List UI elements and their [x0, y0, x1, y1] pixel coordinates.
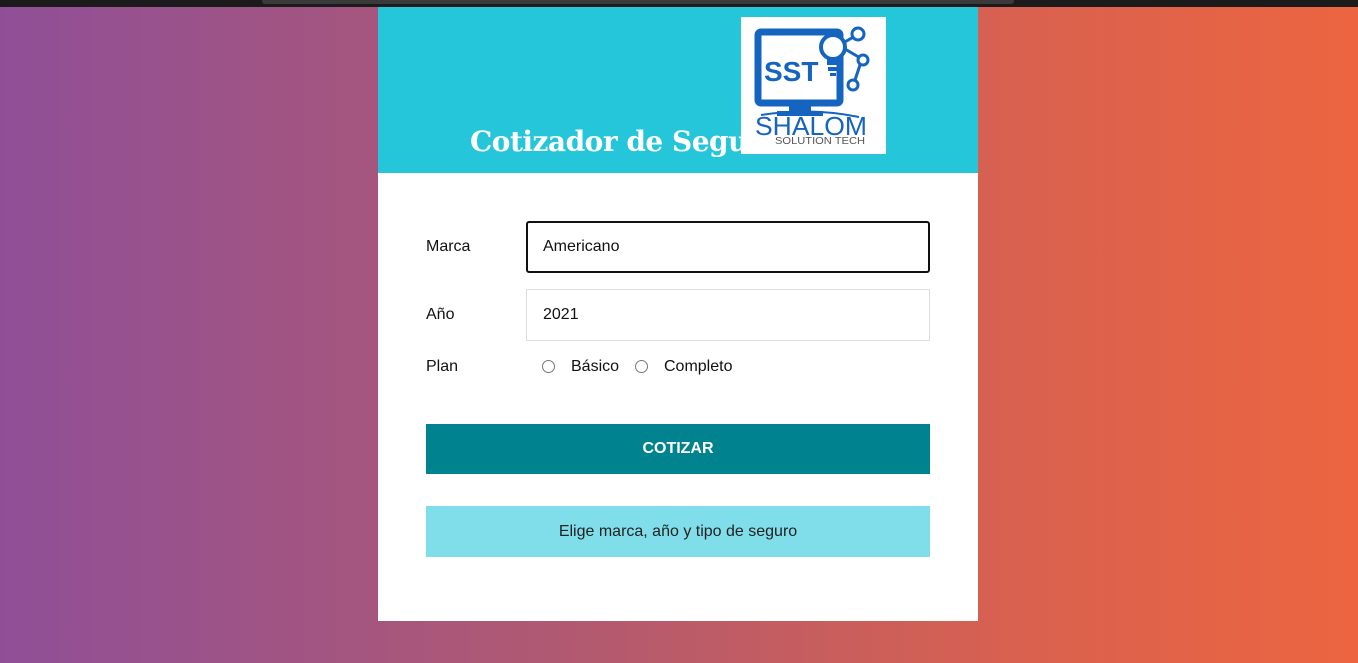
year-select[interactable]: 2021	[526, 289, 930, 341]
browser-top-bar	[0, 0, 1358, 7]
quote-card: Cotizador de Seguros SST SHALOM SOLUTION…	[378, 7, 978, 621]
plan-basic-radio[interactable]	[542, 360, 555, 373]
year-row: Año 2021	[426, 289, 930, 341]
quote-button[interactable]: COTIZAR	[426, 424, 930, 474]
info-message: Elige marca, año y tipo de seguro	[426, 506, 930, 557]
logo-text: SST	[764, 56, 818, 87]
plan-row: Plan Básico Completo	[426, 357, 930, 377]
card-header: Cotizador de Seguros SST SHALOM SOLUTION…	[378, 7, 978, 173]
plan-complete-radio[interactable]	[635, 360, 648, 373]
plan-label: Plan	[426, 358, 459, 375]
browser-tab-strip	[262, 0, 1014, 4]
logo-tagline: SOLUTION TECH	[775, 136, 865, 147]
plan-basic-label[interactable]: Básico	[571, 358, 619, 376]
shalom-logo-icon: SST SHALOM SOLUTION TECH	[754, 26, 870, 147]
shalom-logo: SST SHALOM SOLUTION TECH	[741, 17, 886, 154]
brand-select[interactable]: Americano	[526, 221, 930, 273]
plan-complete-label[interactable]: Completo	[664, 358, 732, 376]
brand-row: Marca Americano	[426, 221, 930, 273]
brand-label: Marca	[426, 238, 471, 255]
year-label: Año	[426, 306, 455, 323]
